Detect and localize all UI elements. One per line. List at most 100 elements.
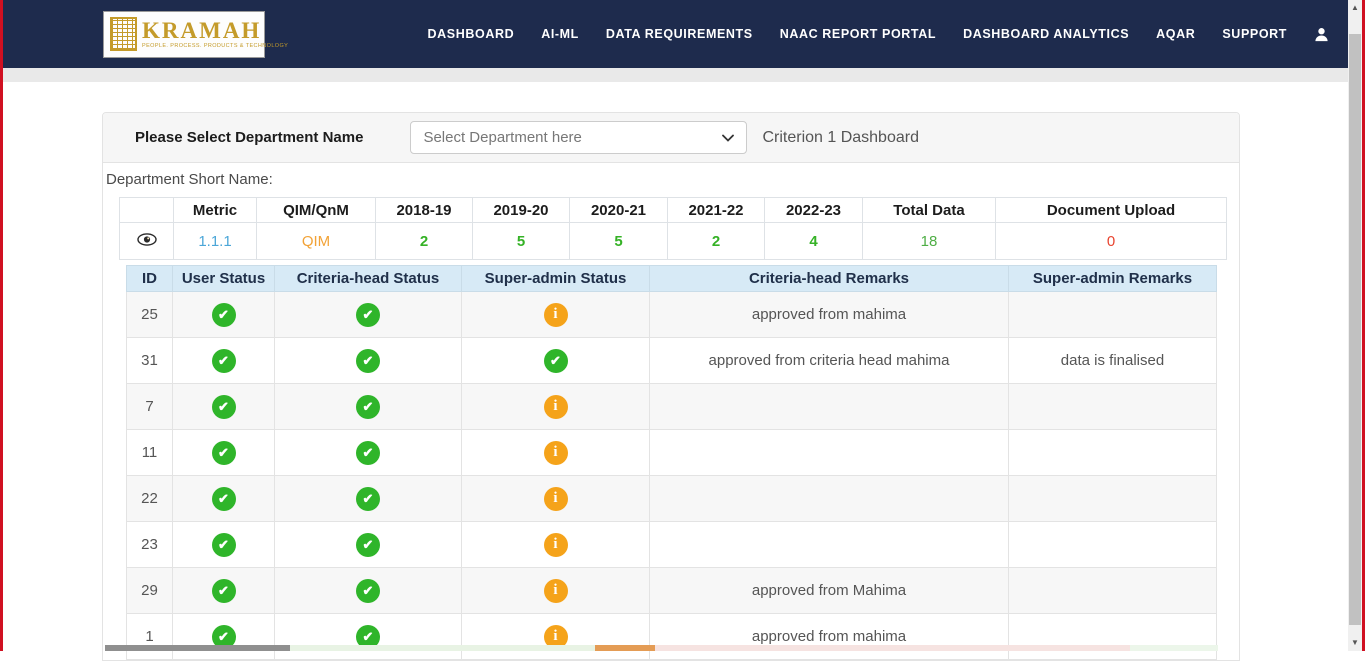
- row-id: 11: [126, 429, 173, 476]
- status-table-body: 25 ✔ ✔ i approved from mahima 31 ✔ ✔ ✔ a…: [126, 291, 1217, 660]
- top-navbar: KRAMAH PEOPLE. PROCESS. PRODUCTS & TECHN…: [0, 0, 1365, 68]
- criteria-head-remarks: [649, 521, 1009, 568]
- info-circle-icon: i: [543, 440, 568, 465]
- scrollbar-down-arrow-icon[interactable]: ▼: [1348, 635, 1362, 651]
- status-header-id: ID: [126, 265, 173, 292]
- bottom-clipped-content: [290, 645, 595, 651]
- criteria-head-remarks: approved from criteria head mahima: [649, 337, 1009, 384]
- status-table-row: 1 ✔ ✔ i approved from mahima: [126, 613, 1217, 660]
- row-id: 1: [126, 613, 173, 660]
- metric-header-total-data: Total Data: [862, 197, 996, 223]
- super-admin-remarks: [1008, 521, 1217, 568]
- department-select-label: Please Select Department Name: [135, 129, 364, 146]
- metric-table-header-row: Metric QIM/QnM 2018-19 2019-20 2020-21 2…: [119, 197, 1227, 223]
- status-header-criteria-head-remarks: Criteria-head Remarks: [649, 265, 1009, 292]
- criteria-head-remarks: [649, 383, 1009, 430]
- metric-value-link[interactable]: 1.1.1: [173, 222, 257, 260]
- check-circle-icon: ✔: [356, 578, 380, 603]
- eye-icon[interactable]: [119, 222, 174, 260]
- status-table-row: 22 ✔ ✔ i: [126, 475, 1217, 522]
- status-table: ID User Status Criteria-head Status Supe…: [126, 265, 1217, 660]
- info-circle-icon: i: [543, 532, 568, 557]
- subheader-strip: [0, 68, 1365, 82]
- row-id: 31: [126, 337, 173, 384]
- nav-item-data-requirements[interactable]: DATA REQUIREMENTS: [606, 27, 753, 41]
- nav-item-dashboard[interactable]: DASHBOARD: [428, 27, 515, 41]
- kramah-logo[interactable]: KRAMAH PEOPLE. PROCESS. PRODUCTS & TECHN…: [103, 10, 288, 58]
- metric-header-2022-23: 2022-23: [764, 197, 863, 223]
- super-admin-remarks: [1008, 383, 1217, 430]
- frame-border-left: [0, 0, 3, 651]
- info-circle-icon: i: [543, 394, 568, 419]
- status-table-row: 7 ✔ ✔ i: [126, 383, 1217, 430]
- logo-title: KRAMAH: [142, 17, 262, 43]
- document-upload-value: 0: [995, 222, 1227, 260]
- row-id: 29: [126, 567, 173, 614]
- nav-item-ai-ml[interactable]: AI-ML: [541, 27, 579, 41]
- metric-table-row: 1.1.1 QIM 2 5 5 2 4 18 0: [119, 222, 1227, 260]
- value-2020-21: 5: [569, 222, 668, 260]
- status-header-super-admin-remarks: Super-admin Remarks: [1008, 265, 1217, 292]
- qim-qnm-value: QIM: [256, 222, 376, 260]
- nav-item-aqar[interactable]: AQAR: [1156, 27, 1195, 41]
- criterion-dashboard-card: Please Select Department Name Select Dep…: [102, 112, 1240, 661]
- nav-item-naac-report-portal[interactable]: NAAC REPORT PORTAL: [780, 27, 936, 41]
- bottom-clipped-content: [655, 645, 1130, 651]
- metric-header-2020-21: 2020-21: [569, 197, 668, 223]
- status-table-header-row: ID User Status Criteria-head Status Supe…: [126, 265, 1217, 292]
- nav-item-support[interactable]: SUPPORT: [1222, 27, 1287, 41]
- card-body: Department Short Name: Metric QIM/QnM 20…: [103, 163, 1239, 660]
- horizontal-scrollbar[interactable]: [105, 645, 1218, 651]
- super-admin-remarks: [1008, 429, 1217, 476]
- value-2022-23: 4: [764, 222, 863, 260]
- info-circle-icon: i: [543, 302, 568, 327]
- metric-header-blank: [119, 197, 174, 223]
- criteria-head-remarks: [649, 429, 1009, 476]
- horizontal-scrollbar-thumb[interactable]: [105, 645, 290, 651]
- department-select-value: Select Department here: [423, 129, 582, 146]
- page-title: Criterion 1 Dashboard: [762, 128, 919, 146]
- metric-header-2021-22: 2021-22: [667, 197, 765, 223]
- status-table-row: 29 ✔ ✔ i approved from Mahima: [126, 567, 1217, 614]
- department-short-name-label: Department Short Name:: [106, 171, 273, 188]
- check-circle-icon: ✔: [356, 486, 380, 511]
- check-circle-icon: ✔: [356, 348, 380, 373]
- metric-table: Metric QIM/QnM 2018-19 2019-20 2020-21 2…: [119, 197, 1227, 260]
- check-circle-icon: ✔: [211, 440, 236, 465]
- check-circle-icon: ✔: [543, 348, 568, 373]
- criteria-head-remarks: [649, 475, 1009, 522]
- scrollbar-up-arrow-icon[interactable]: ▲: [1348, 0, 1362, 16]
- status-table-row: 31 ✔ ✔ ✔ approved from criteria head mah…: [126, 337, 1217, 384]
- row-id: 7: [126, 383, 173, 430]
- kramah-seal-icon: [110, 17, 137, 51]
- check-circle-icon: ✔: [211, 394, 236, 419]
- logo-tagline: PEOPLE. PROCESS. PRODUCTS & TECHNOLOGY: [142, 42, 289, 49]
- super-admin-remarks: [1008, 613, 1217, 660]
- row-id: 25: [126, 291, 173, 338]
- total-data-value: 18: [862, 222, 996, 260]
- bottom-clipped-content: [1130, 645, 1218, 651]
- check-circle-icon: ✔: [356, 394, 380, 419]
- metric-header-document-upload: Document Upload: [995, 197, 1227, 223]
- check-circle-icon: ✔: [356, 440, 380, 465]
- super-admin-remarks: data is finalised: [1008, 337, 1217, 384]
- nav-item-dashboard-analytics[interactable]: DASHBOARD ANALYTICS: [963, 27, 1129, 41]
- scrollbar-thumb[interactable]: [1349, 34, 1361, 625]
- metric-header-2019-20: 2019-20: [472, 197, 570, 223]
- vertical-scrollbar[interactable]: ▲ ▼: [1348, 0, 1362, 651]
- status-header-user-status: User Status: [172, 265, 275, 292]
- super-admin-remarks: [1008, 567, 1217, 614]
- check-circle-icon: ✔: [211, 532, 236, 557]
- check-circle-icon: ✔: [211, 348, 236, 373]
- row-id: 22: [126, 475, 173, 522]
- check-circle-icon: ✔: [356, 302, 380, 327]
- info-circle-icon: i: [543, 578, 568, 603]
- department-select[interactable]: Select Department here: [410, 121, 748, 154]
- status-table-row: 23 ✔ ✔ i: [126, 521, 1217, 568]
- criteria-head-remarks: approved from Mahima: [649, 567, 1009, 614]
- value-2018-19: 2: [375, 222, 473, 260]
- value-2021-22: 2: [667, 222, 765, 260]
- status-header-super-admin-status: Super-admin Status: [461, 265, 650, 292]
- user-profile-icon[interactable]: [1314, 27, 1329, 42]
- value-2019-20: 5: [472, 222, 570, 260]
